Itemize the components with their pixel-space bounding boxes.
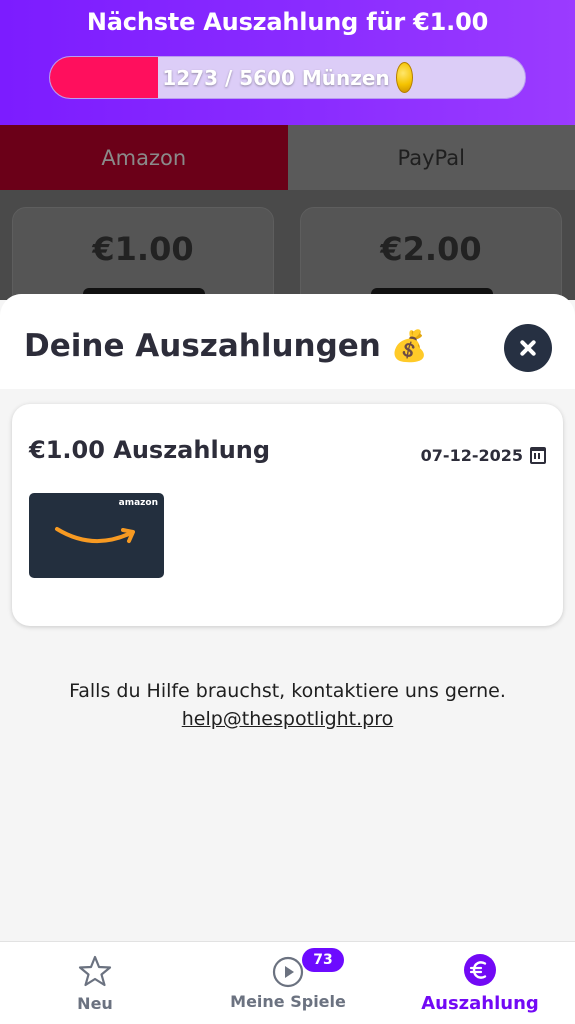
header-title: Nächste Auszahlung für €1.00 [86, 8, 489, 36]
payout-title: €1.00 Auszahlung [29, 436, 271, 464]
amazon-logo-text: amazon [118, 498, 158, 508]
bottom-nav: Neu Meine Spiele 73 Auszahlung [0, 941, 575, 1024]
reward-amount: €1.00 [92, 230, 194, 268]
games-count-badge: 73 [302, 948, 344, 972]
nav-item-neu[interactable]: Neu [35, 942, 155, 1024]
nav-label-neu: Neu [77, 994, 113, 1013]
tab-paypal[interactable]: PayPal [287, 125, 575, 190]
provider-tabs: Amazon PayPal [0, 125, 575, 190]
payout-date: 07-12-2025 [420, 446, 523, 465]
amazon-smile-icon [55, 527, 135, 544]
play-icon [272, 956, 304, 988]
coin-icon [395, 62, 413, 93]
close-icon [519, 339, 537, 357]
payout-header: Nächste Auszahlung für €1.00 1273 / 5600… [0, 0, 575, 125]
progress-label-wrap: 1273 / 5600 Münzen [50, 57, 525, 98]
help-text: Falls du Hilfe brauchst, kontaktiere uns… [69, 680, 506, 702]
calendar-icon [530, 447, 546, 464]
coins-progress-bar: 1273 / 5600 Münzen [49, 56, 526, 99]
star-icon [78, 955, 112, 987]
sheet-title-wrap: Deine Auszahlungen 💰 [24, 328, 428, 364]
payouts-sheet: Deine Auszahlungen 💰 €1.00 Auszahlung 07… [0, 294, 575, 942]
nav-label-meine-spiele: Meine Spiele [230, 992, 346, 1011]
amazon-gift-card: amazon [29, 493, 164, 578]
sheet-header: Deine Auszahlungen 💰 [0, 294, 575, 389]
sheet-title: Deine Auszahlungen [24, 328, 381, 364]
close-button[interactable] [504, 324, 552, 372]
money-bag-icon: 💰 [390, 328, 429, 364]
tab-amazon[interactable]: Amazon [0, 125, 288, 190]
euro-icon [464, 954, 496, 986]
nav-item-auszahlung[interactable]: Auszahlung [408, 942, 552, 1024]
progress-label: 1273 / 5600 Münzen [162, 65, 390, 90]
help-email-link[interactable]: help@thespotlight.pro [0, 708, 575, 730]
nav-label-auszahlung: Auszahlung [421, 993, 539, 1014]
payout-card[interactable]: €1.00 Auszahlung 07-12-2025 amazon [12, 404, 563, 626]
reward-amount: €2.00 [380, 230, 482, 268]
